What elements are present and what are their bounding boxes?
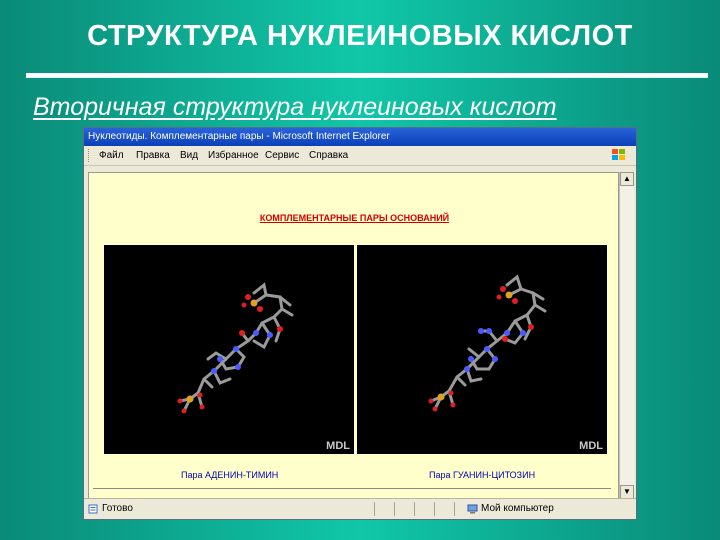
menu-favorites[interactable]: Избранное	[208, 146, 259, 165]
menu-edit[interactable]: Правка	[136, 146, 170, 165]
browser-titlebar[interactable]: Нуклеотиды. Комплементарные пары - Micro…	[84, 128, 636, 146]
guanine-cytosine-model	[428, 274, 547, 412]
adenine-thymine-model	[177, 282, 294, 414]
caption-adenine-thymine: Пара АДЕНИН-ТИМИН	[181, 470, 279, 480]
menu-help[interactable]: Справка	[309, 146, 348, 165]
status-zone: Мой компьютер	[481, 503, 554, 514]
slide-title: СТРУКТУРА НУКЛЕИНОВЫХ КИСЛОТ	[87, 20, 633, 52]
window-title: Нуклеотиды. Комплементарные пары - Micro…	[88, 131, 390, 142]
molecule-viewer-gc[interactable]: MDL	[357, 245, 607, 454]
status-separator	[434, 502, 435, 516]
menu-file[interactable]: Файл	[99, 146, 124, 165]
windows-flag-icon	[612, 149, 626, 162]
scroll-up-button[interactable]: ▲	[620, 172, 634, 186]
status-separator	[414, 502, 415, 516]
scroll-down-button[interactable]: ▼	[620, 485, 634, 499]
vertical-scrollbar[interactable]: ▲ ▼	[619, 172, 634, 499]
caption-guanine-cytosine: Пара ГУАНИН-ЦИТОЗИН	[429, 470, 536, 480]
menu-grip[interactable]	[88, 149, 92, 162]
slide-subtitle: Вторичная структура нуклеиновых кислот	[33, 93, 557, 121]
status-separator	[394, 502, 395, 516]
mdl-watermark: MDL	[579, 440, 603, 452]
title-divider	[26, 73, 708, 78]
status-separator	[454, 502, 455, 516]
my-computer-icon	[467, 504, 478, 514]
menu-bar: Файл Правка Вид Избранное Сервис Справка	[84, 146, 636, 166]
mdl-watermark: MDL	[326, 440, 350, 452]
menu-tools[interactable]: Сервис	[265, 146, 299, 165]
molecule-viewer-at[interactable]: MDL	[104, 245, 354, 454]
horizontal-rule	[93, 488, 611, 489]
status-bar: Готово Мой компьютер	[84, 498, 636, 519]
page-heading: КОМПЛЕМЕНТАРНЫЕ ПАРЫ ОСНОВАНИЙ	[259, 213, 450, 223]
page-content: КОМПЛЕМЕНТАРНЫЕ ПАРЫ ОСНОВАНИЙ MDL MDL П…	[88, 172, 619, 499]
menu-view[interactable]: Вид	[180, 146, 198, 165]
page-done-icon	[88, 504, 98, 514]
status-separator	[374, 502, 375, 516]
status-text: Готово	[102, 503, 133, 514]
browser-window: Нуклеотиды. Комплементарные пары - Micro…	[83, 127, 637, 520]
